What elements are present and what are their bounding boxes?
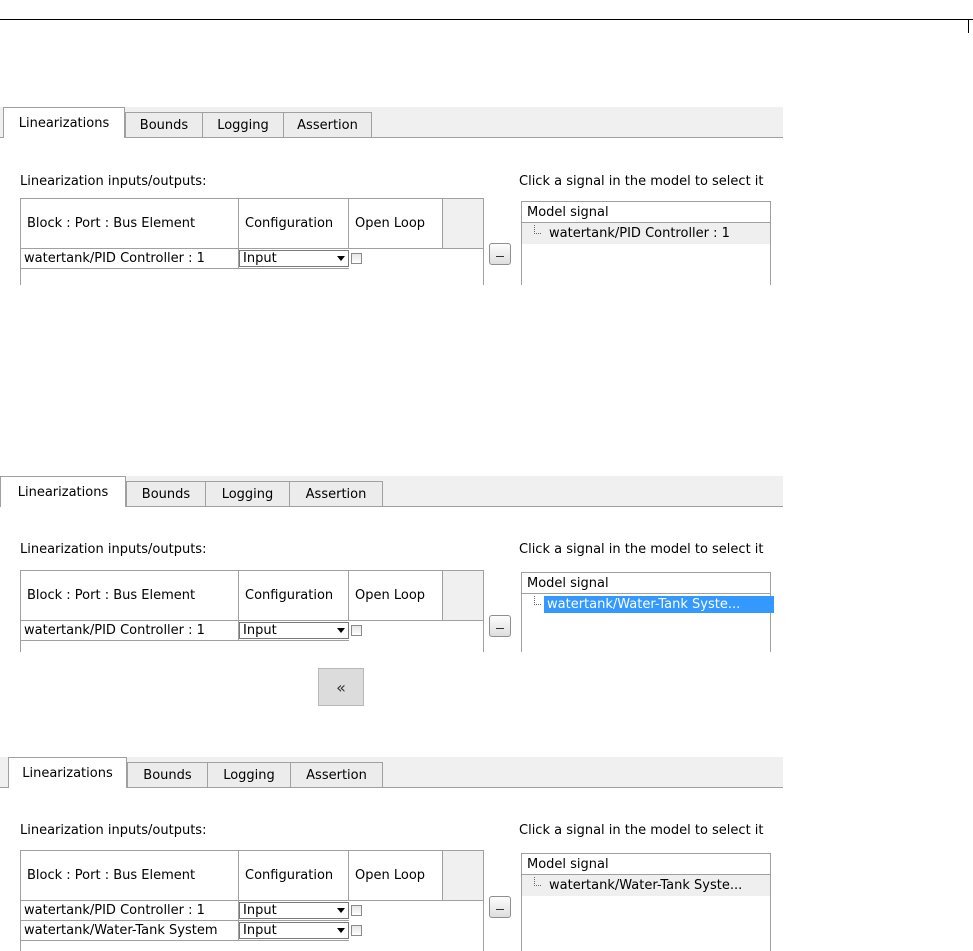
tab-bounds[interactable]: Bounds bbox=[126, 481, 206, 506]
dropdown-arrow-icon bbox=[337, 628, 345, 633]
tab-linearizations[interactable]: Linearizations bbox=[3, 107, 125, 138]
table-row[interactable]: watertank/PID Controller : 1 Input bbox=[21, 249, 349, 269]
remove-signal-button[interactable] bbox=[489, 896, 511, 918]
remove-signal-button[interactable] bbox=[489, 243, 511, 265]
configuration-cell: Input bbox=[239, 921, 349, 941]
model-signal-item[interactable]: watertank/PID Controller : 1 bbox=[522, 223, 770, 244]
column-header-filler bbox=[443, 571, 483, 621]
column-header-open-loop[interactable]: Open Loop bbox=[349, 851, 443, 901]
io-label: Linearization inputs/outputs: bbox=[20, 542, 207, 557]
column-header-filler bbox=[443, 199, 483, 249]
tab-bounds[interactable]: Bounds bbox=[125, 112, 203, 137]
double-chevron-left-icon: « bbox=[336, 677, 346, 697]
model-signal-item[interactable]: watertank/Water-Tank Syste... bbox=[522, 594, 774, 615]
table-row[interactable]: watertank/Water-Tank System Input bbox=[21, 921, 349, 941]
tree-connector-icon bbox=[534, 877, 541, 886]
model-signal-tree: Model signal watertank/PID Controller : … bbox=[521, 201, 771, 285]
block-cell: watertank/PID Controller : 1 bbox=[21, 621, 239, 641]
linearization-panel-2: Linearizations Bounds Logging Assertion … bbox=[0, 476, 783, 652]
configuration-value: Input bbox=[243, 923, 277, 938]
open-loop-checkbox[interactable] bbox=[351, 925, 362, 936]
model-signal-label: watertank/Water-Tank Syste... bbox=[549, 878, 743, 893]
configuration-dropdown[interactable]: Input bbox=[239, 902, 349, 919]
tab-bounds[interactable]: Bounds bbox=[127, 762, 208, 787]
block-cell: watertank/PID Controller : 1 bbox=[21, 249, 239, 269]
linearization-panel-3: Linearizations Bounds Logging Assertion … bbox=[0, 757, 783, 951]
io-label: Linearization inputs/outputs: bbox=[20, 823, 207, 838]
configuration-dropdown[interactable]: Input bbox=[239, 250, 349, 267]
io-label: Linearization inputs/outputs: bbox=[20, 174, 207, 189]
model-signal-item[interactable]: watertank/Water-Tank Syste... bbox=[522, 875, 770, 896]
model-signal-header[interactable]: Model signal bbox=[522, 854, 770, 875]
table-row[interactable]: watertank/PID Controller : 1 Input bbox=[21, 901, 349, 921]
column-header-open-loop[interactable]: Open Loop bbox=[349, 199, 443, 249]
block-cell: watertank/Water-Tank System bbox=[21, 921, 239, 941]
dropdown-arrow-icon bbox=[337, 908, 345, 913]
column-header-configuration[interactable]: Configuration bbox=[239, 571, 349, 621]
page-top-rule bbox=[0, 19, 973, 20]
configuration-value: Input bbox=[243, 623, 277, 638]
open-loop-checkbox[interactable] bbox=[351, 253, 362, 264]
tab-linearizations[interactable]: Linearizations bbox=[8, 757, 127, 788]
model-signal-hint: Click a signal in the model to select it bbox=[519, 823, 764, 838]
dropdown-arrow-icon bbox=[337, 256, 345, 261]
model-signal-tree: Model signal watertank/Water-Tank Syste.… bbox=[521, 853, 771, 951]
configuration-cell: Input bbox=[239, 621, 349, 641]
model-signal-label: watertank/PID Controller : 1 bbox=[549, 226, 730, 241]
io-table: Block : Port : Bus Element Configuration… bbox=[20, 570, 484, 652]
configuration-value: Input bbox=[243, 251, 277, 266]
model-signal-header[interactable]: Model signal bbox=[522, 573, 770, 594]
io-table: Block : Port : Bus Element Configuration… bbox=[20, 850, 484, 951]
tree-connector-icon bbox=[534, 225, 541, 234]
column-header-open-loop[interactable]: Open Loop bbox=[349, 571, 443, 621]
configuration-cell: Input bbox=[239, 901, 349, 921]
tree-connector-icon bbox=[534, 596, 541, 605]
configuration-value: Input bbox=[243, 903, 277, 918]
minus-icon bbox=[496, 908, 504, 910]
model-signal-header[interactable]: Model signal bbox=[522, 202, 770, 223]
tab-assertion[interactable]: Assertion bbox=[290, 762, 383, 787]
io-table: Block : Port : Bus Element Configuration… bbox=[20, 198, 484, 285]
block-cell: watertank/PID Controller : 1 bbox=[21, 901, 239, 921]
tab-logging[interactable]: Logging bbox=[205, 481, 290, 506]
tab-logging[interactable]: Logging bbox=[207, 762, 291, 787]
open-loop-checkbox[interactable] bbox=[351, 905, 362, 916]
linearization-panel-1: Linearizations Bounds Logging Assertion … bbox=[0, 107, 783, 285]
model-signal-hint: Click a signal in the model to select it bbox=[519, 542, 764, 557]
column-header-block[interactable]: Block : Port : Bus Element bbox=[21, 571, 239, 621]
configuration-dropdown[interactable]: Input bbox=[239, 922, 349, 939]
open-loop-checkbox[interactable] bbox=[351, 625, 362, 636]
column-header-block[interactable]: Block : Port : Bus Element bbox=[21, 851, 239, 901]
tab-assertion[interactable]: Assertion bbox=[289, 481, 383, 506]
dropdown-arrow-icon bbox=[337, 928, 345, 933]
column-header-configuration[interactable]: Configuration bbox=[239, 199, 349, 249]
configuration-cell: Input bbox=[239, 249, 349, 269]
model-signal-label: watertank/Water-Tank Syste... bbox=[544, 596, 774, 613]
table-row[interactable]: watertank/PID Controller : 1 Input bbox=[21, 621, 349, 641]
column-header-configuration[interactable]: Configuration bbox=[239, 851, 349, 901]
model-signal-tree: Model signal watertank/Water-Tank Syste.… bbox=[521, 572, 774, 652]
tab-assertion[interactable]: Assertion bbox=[283, 112, 372, 137]
column-header-block[interactable]: Block : Port : Bus Element bbox=[21, 199, 239, 249]
tab-logging[interactable]: Logging bbox=[202, 112, 284, 137]
page-top-rule-tick bbox=[968, 19, 969, 33]
minus-icon bbox=[496, 255, 504, 257]
add-signal-button[interactable]: « bbox=[318, 668, 364, 706]
remove-signal-button[interactable] bbox=[489, 615, 511, 637]
minus-icon bbox=[496, 627, 504, 629]
model-signal-hint: Click a signal in the model to select it bbox=[519, 174, 764, 189]
column-header-filler bbox=[443, 851, 483, 901]
configuration-dropdown[interactable]: Input bbox=[239, 622, 349, 639]
tab-linearizations[interactable]: Linearizations bbox=[0, 476, 126, 507]
